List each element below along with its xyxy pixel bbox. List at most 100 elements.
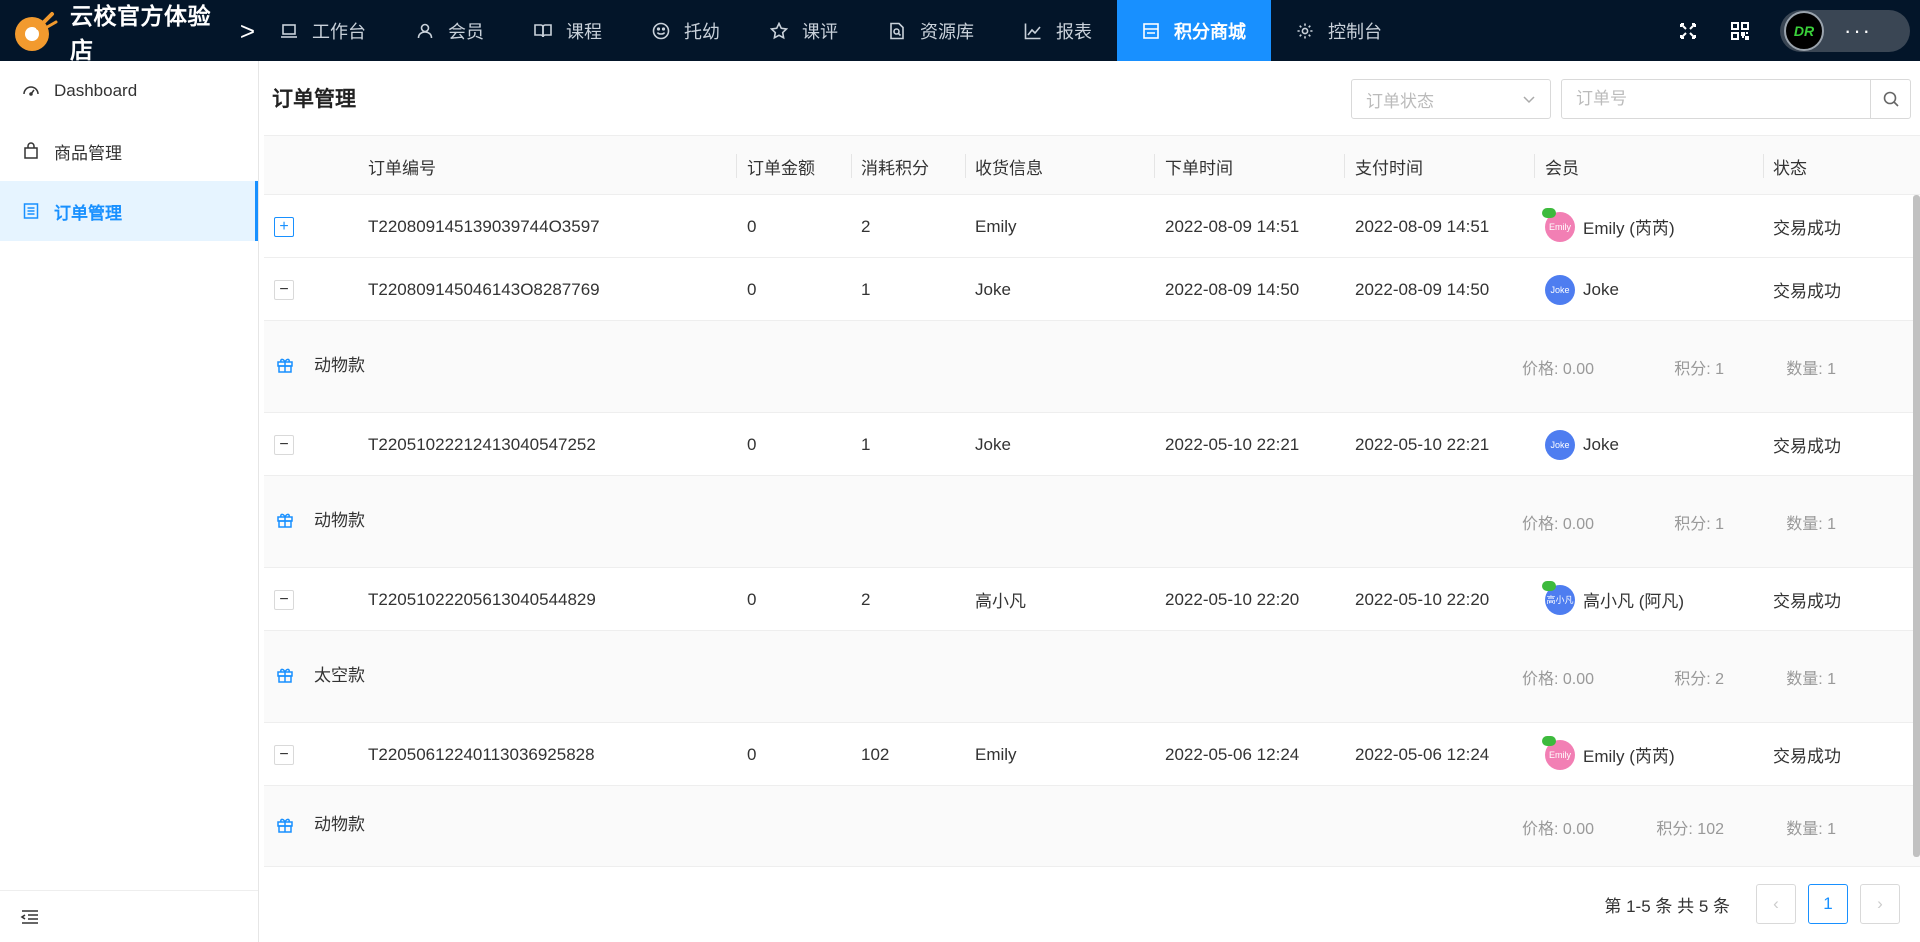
product-points: 积分: 2 xyxy=(1674,671,1724,688)
orders-table: 订单编号 订单金额 消耗积分 收货信息 下单时间 支付时间 会员 状态 + T2… xyxy=(264,135,1920,867)
laptop-icon xyxy=(281,23,297,38)
product-name: 动物款 xyxy=(314,510,365,530)
order-detail-row: 动物款 价格: 0.00 积分: 1 数量: 1 xyxy=(264,476,1920,568)
wechat-badge-icon xyxy=(1542,580,1556,591)
table-row[interactable]: − T22050612240113036925828 0 102 Emily 2… xyxy=(264,723,1920,786)
sidebar-collapse-button[interactable] xyxy=(0,890,258,942)
gear-icon xyxy=(1297,23,1313,38)
order-time: 2022-05-10 22:21 xyxy=(1165,434,1300,454)
member-cell[interactable]: Emily Emily (芮芮) xyxy=(1542,723,1675,786)
nav-item-member[interactable]: 会员 xyxy=(391,0,509,61)
nav-item-console[interactable]: 控制台 xyxy=(1271,0,1407,61)
order-time: 2022-08-09 14:51 xyxy=(1165,216,1300,236)
order-amount: 0 xyxy=(747,279,757,299)
page-title: 订单管理 xyxy=(272,88,356,111)
main-content: 订单管理 订单状态 订单编号 订单金额 消耗积分 收货信息 下单时间 支付时间 … xyxy=(264,61,1920,942)
product-price: 价格: 0.00 xyxy=(1521,671,1594,688)
expand-toggle[interactable]: − xyxy=(274,745,294,765)
order-time: 2022-05-10 22:20 xyxy=(1165,589,1300,609)
order-time: 2022-05-06 12:24 xyxy=(1165,744,1300,764)
status-badge: 交易成功 xyxy=(1773,437,1841,456)
gift-icon xyxy=(277,818,293,833)
member-cell[interactable]: 高小凡 高小凡 (阿凡) xyxy=(1542,568,1684,631)
file-search-icon xyxy=(890,22,904,39)
pagination: 第 1-5 条 共 5 条 ‹ 1 › xyxy=(1604,884,1900,924)
member-cell[interactable]: Emily Emily (芮芮) xyxy=(1542,195,1675,258)
main-nav: 工作台 会员 课程 托幼 课评 资源库 报表 积分商城 控制台 xyxy=(255,0,1407,61)
expand-toggle[interactable]: − xyxy=(274,435,294,455)
order-number: T22051022205613040544829 xyxy=(368,589,596,609)
nav-item-reports[interactable]: 报表 xyxy=(999,0,1117,61)
col-member: 会员 xyxy=(1545,158,1579,178)
sidebar-item-dashboard[interactable]: Dashboard xyxy=(0,61,258,121)
table-row[interactable]: − T220809145046143O8287769 0 1 Joke 2022… xyxy=(264,258,1920,321)
sidebar-item-orders[interactable]: 订单管理 xyxy=(0,181,258,241)
nav-item-points-mall[interactable]: 积分商城 xyxy=(1117,0,1271,61)
qrcode-icon[interactable] xyxy=(1728,19,1752,43)
table-row[interactable]: − T22051022212413040547252 0 1 Joke 2022… xyxy=(264,413,1920,476)
receiver-info: Emily xyxy=(975,744,1017,764)
pay-time: 2022-08-09 14:51 xyxy=(1355,216,1490,236)
table-row[interactable]: + T220809145139039744O3597 0 2 Emily 202… xyxy=(264,195,1920,258)
pay-time: 2022-05-10 22:20 xyxy=(1355,589,1490,609)
nav-item-workbench[interactable]: 工作台 xyxy=(255,0,391,61)
product-name: 动物款 xyxy=(314,355,365,375)
order-amount: 0 xyxy=(747,744,757,764)
order-number: T220809145139039744O3597 xyxy=(368,216,600,236)
col-order-time: 下单时间 xyxy=(1165,158,1233,178)
order-number-input[interactable] xyxy=(1562,80,1870,118)
brand-chevron-icon: > xyxy=(239,15,255,46)
order-status-select[interactable]: 订单状态 xyxy=(1351,79,1551,119)
order-amount: 0 xyxy=(747,434,757,454)
dashboard-icon xyxy=(23,86,39,96)
scrollbar[interactable] xyxy=(1913,195,1920,857)
product-price: 价格: 0.00 xyxy=(1521,820,1594,838)
member-name: Emily (芮芮) xyxy=(1583,747,1675,766)
brand[interactable]: 云校官方体验店 > xyxy=(0,0,255,63)
shop-icon xyxy=(1143,22,1159,39)
product-name: 动物款 xyxy=(314,815,365,834)
expand-toggle[interactable]: + xyxy=(274,217,294,237)
expand-toggle[interactable]: − xyxy=(274,590,294,610)
col-receiver: 收货信息 xyxy=(975,158,1043,178)
pay-time: 2022-05-06 12:24 xyxy=(1355,744,1490,764)
user-menu[interactable]: DR ··· xyxy=(1780,9,1910,52)
product-quantity: 数量: 1 xyxy=(1786,361,1836,378)
member-name: Joke xyxy=(1583,279,1619,299)
points-used: 1 xyxy=(861,434,871,454)
receiver-info: 高小凡 xyxy=(975,592,1026,611)
nav-item-course[interactable]: 课程 xyxy=(509,0,627,61)
next-page-button[interactable]: › xyxy=(1860,884,1900,924)
nav-item-childcare[interactable]: 托幼 xyxy=(627,0,745,61)
list-icon xyxy=(23,203,39,219)
product-points: 积分: 102 xyxy=(1656,820,1724,838)
gift-icon xyxy=(277,668,293,683)
page-1-button[interactable]: 1 xyxy=(1808,884,1848,924)
expand-toggle[interactable]: − xyxy=(274,280,294,300)
member-name: Joke xyxy=(1583,434,1619,454)
sidebar-item-products[interactable]: 商品管理 xyxy=(0,121,258,181)
status-badge: 交易成功 xyxy=(1773,747,1841,766)
avatar: 高小凡 xyxy=(1542,580,1575,615)
product-points: 积分: 1 xyxy=(1674,361,1724,378)
col-amount: 订单金额 xyxy=(747,158,815,178)
smile-icon xyxy=(652,22,670,39)
prev-page-button[interactable]: ‹ xyxy=(1756,884,1796,924)
order-detail-row: 动物款 价格: 0.00 积分: 102 数量: 1 xyxy=(264,786,1920,867)
member-cell[interactable]: Joke Joke xyxy=(1545,413,1619,476)
wechat-badge-icon xyxy=(1542,207,1556,218)
status-badge: 交易成功 xyxy=(1773,219,1841,238)
user-icon xyxy=(417,23,433,38)
sidebar: Dashboard 商品管理 订单管理 xyxy=(0,61,259,942)
search-button[interactable] xyxy=(1870,80,1910,118)
nav-item-resources[interactable]: 资源库 xyxy=(863,0,999,61)
member-cell[interactable]: Joke Joke xyxy=(1545,258,1619,321)
receiver-info: Joke xyxy=(975,279,1011,299)
chevron-down-icon xyxy=(1523,96,1535,104)
user-avatar: DR xyxy=(1784,10,1824,51)
avatar: Joke xyxy=(1545,429,1575,460)
table-row[interactable]: − T22051022205613040544829 0 2 高小凡 2022-… xyxy=(264,568,1920,631)
fullscreen-icon[interactable] xyxy=(1676,19,1700,43)
col-status: 状态 xyxy=(1773,158,1807,178)
nav-item-review[interactable]: 课评 xyxy=(745,0,863,61)
